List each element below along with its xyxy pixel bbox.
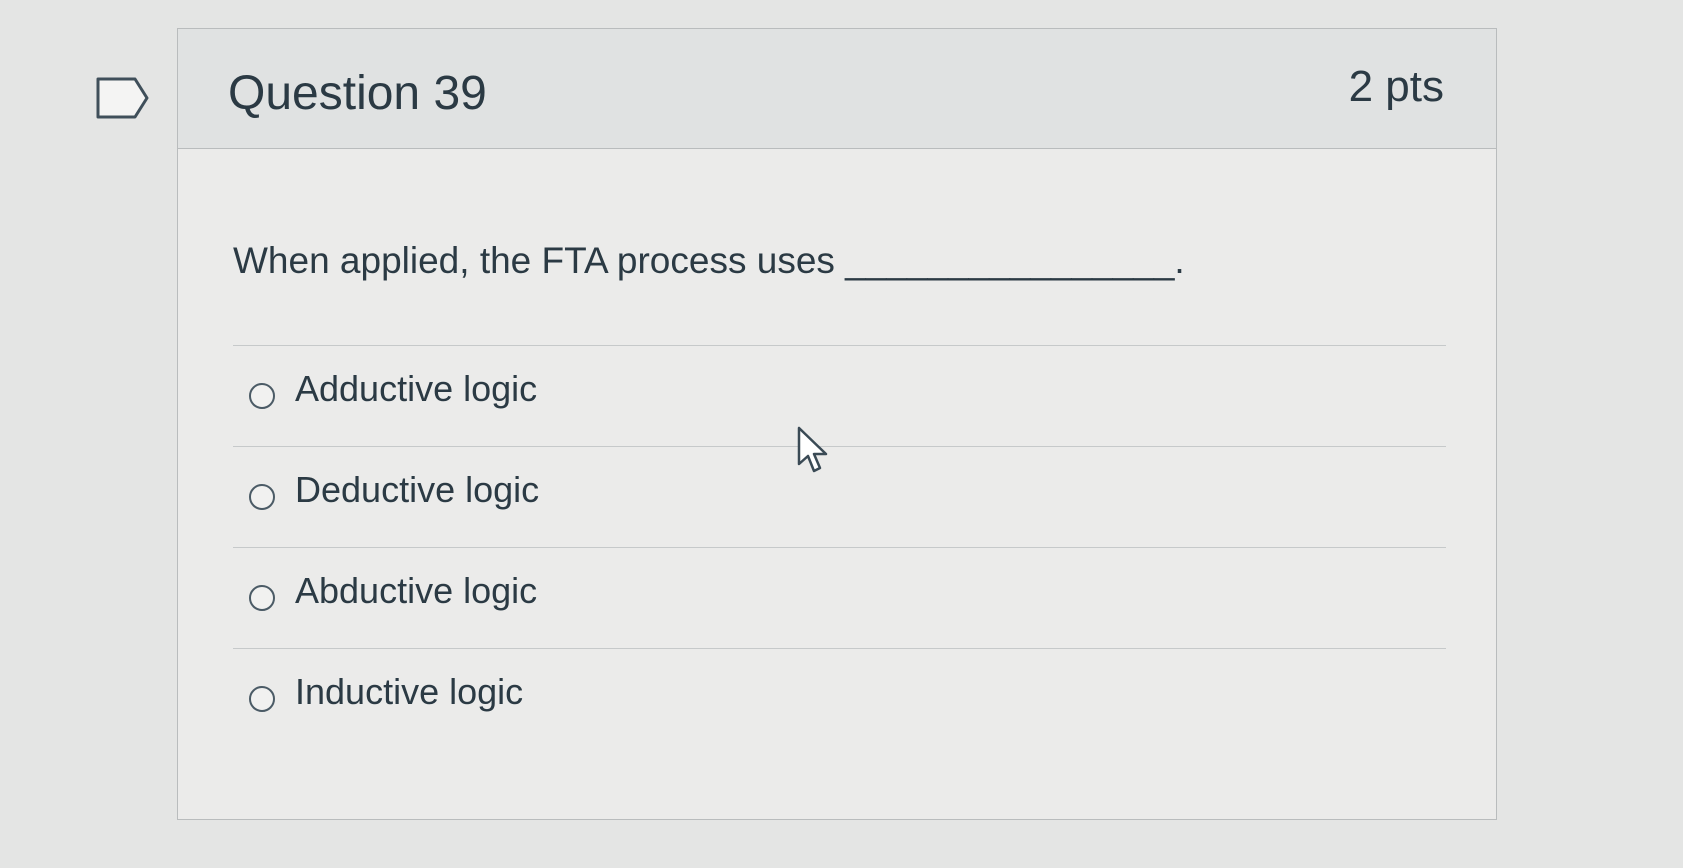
radio-unchecked-icon[interactable] — [249, 484, 275, 510]
radio-unchecked-icon[interactable] — [249, 383, 275, 409]
answer-option-2[interactable]: Deductive logic — [233, 446, 1446, 547]
answer-option-3[interactable]: Abductive logic — [233, 547, 1446, 648]
flag-question-icon[interactable] — [95, 76, 151, 120]
question-card: Question 39 2 pts When applied, the FTA … — [177, 28, 1497, 820]
answer-option-1[interactable]: Adductive logic — [233, 345, 1446, 446]
radio-unchecked-icon[interactable] — [249, 585, 275, 611]
question-title: Question 39 — [228, 67, 487, 120]
answer-label[interactable]: Adductive logic — [295, 367, 537, 410]
answer-label[interactable]: Inductive logic — [295, 670, 523, 713]
radio-unchecked-icon[interactable] — [249, 686, 275, 712]
question-text: When applied, the FTA process uses _____… — [233, 240, 1185, 281]
answer-label[interactable]: Deductive logic — [295, 468, 539, 511]
question-header: Question 39 2 pts — [178, 29, 1496, 149]
answer-option-4[interactable]: Inductive logic — [233, 648, 1446, 749]
answer-list: Adductive logic Deductive logic Abductiv… — [233, 345, 1446, 749]
question-points: 2 pts — [1348, 62, 1444, 111]
answer-label[interactable]: Abductive logic — [295, 569, 537, 612]
